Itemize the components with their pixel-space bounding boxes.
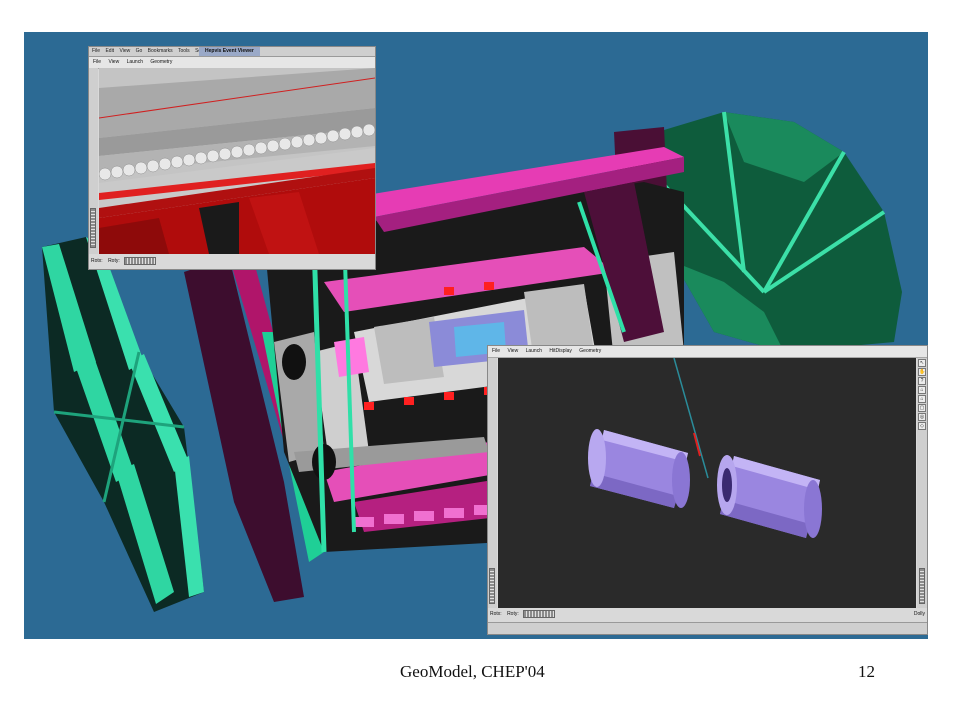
menu-view[interactable]: View: [108, 59, 119, 65]
page-number: 12: [858, 662, 875, 681]
right-toolbar: ↖ ✋ ? ⌂ ⌂ ▢ ◎ ◇: [917, 358, 927, 608]
title-menu-view[interactable]: View: [119, 48, 130, 54]
viewer-window-top: File Edit View Go Bookmarks Tools Settin…: [88, 46, 376, 270]
home-icon[interactable]: ⌂: [918, 386, 926, 394]
viewer-window-bottom: File View Launch HitDisplay Geometry ↖ ✋…: [487, 345, 928, 635]
hand-icon[interactable]: ✋: [918, 368, 926, 376]
title-menu-bookmarks[interactable]: Bookmarks: [148, 48, 173, 54]
dolly-label: Dolly: [913, 611, 925, 617]
set-home-icon[interactable]: ⌂: [918, 395, 926, 403]
vertical-rotation-wheel[interactable]: [90, 208, 96, 248]
viewer-menubar: File View Launch HitDisplay Geometry: [488, 346, 927, 358]
vertical-rotation-wheel[interactable]: [489, 568, 495, 604]
horizontal-scrollbar[interactable]: [488, 622, 927, 634]
title-menu-go[interactable]: Go: [136, 48, 143, 54]
left-endcap-wheel: [42, 237, 204, 612]
view-all-icon[interactable]: ▢: [918, 404, 926, 412]
menu-launch[interactable]: Launch: [127, 59, 143, 65]
title-menu-tools[interactable]: Tools: [178, 48, 190, 54]
seek-icon[interactable]: ◎: [918, 413, 926, 421]
window-title: Hepvis Event Viewer: [199, 47, 260, 56]
help-icon[interactable]: ?: [918, 377, 926, 385]
menu-geometry[interactable]: Geometry: [579, 348, 601, 354]
perspective-icon[interactable]: ◇: [918, 422, 926, 430]
left-control-strip: [488, 358, 497, 608]
rotx-label: Rotx:: [490, 611, 502, 617]
3d-view-area[interactable]: [99, 68, 375, 254]
calorimeter-closeup-render: [99, 68, 375, 254]
dolly-wheel[interactable]: [919, 568, 925, 604]
bottom-control-bar: Rotx: Roty:: [91, 255, 375, 267]
arrow-icon[interactable]: ↖: [918, 359, 926, 367]
beampipe-closeup-render: [498, 358, 916, 608]
bottom-control-bar: Rotx: Roty: Dolly: [490, 608, 927, 620]
menu-file[interactable]: File: [492, 348, 500, 354]
title-menu-file[interactable]: File: [92, 48, 100, 54]
roty-label: Roty:: [507, 611, 519, 617]
roty-label: Roty:: [108, 258, 120, 264]
menu-view[interactable]: View: [507, 348, 518, 354]
title-menu-edit[interactable]: Edit: [105, 48, 114, 54]
menu-hitdisplay[interactable]: HitDisplay: [549, 348, 572, 354]
rotx-label: Rotx:: [91, 258, 103, 264]
3d-view-area[interactable]: [498, 358, 916, 608]
menu-launch[interactable]: Launch: [526, 348, 542, 354]
menu-geometry[interactable]: Geometry: [150, 59, 172, 65]
menu-file[interactable]: File: [93, 59, 101, 65]
footer-title: GeoModel, CHEP'04: [400, 662, 545, 681]
browser-title-bar: File Edit View Go Bookmarks Tools Settin…: [89, 47, 375, 57]
horizontal-rotation-wheel[interactable]: [523, 609, 556, 618]
horizontal-rotation-wheel[interactable]: [124, 256, 157, 265]
left-control-strip: [89, 68, 98, 254]
